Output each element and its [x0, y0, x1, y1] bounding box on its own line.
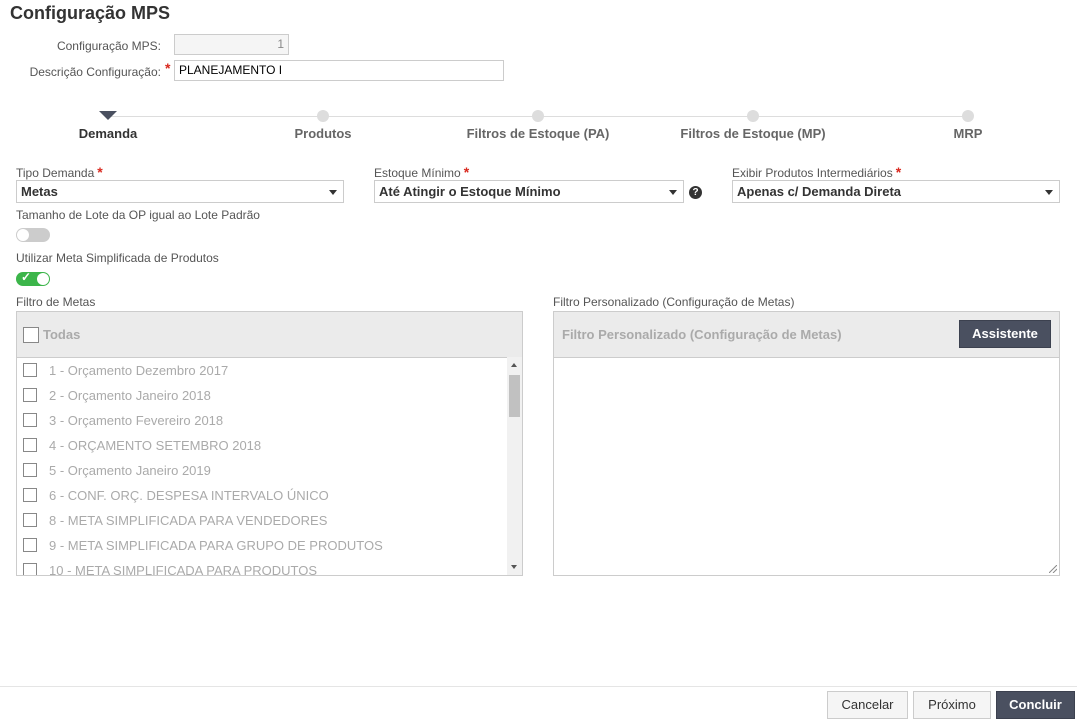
- list-item-label: 5 - Orçamento Janeiro 2019: [49, 463, 211, 478]
- list-item[interactable]: 3 - Orçamento Fevereiro 2018: [22, 408, 502, 433]
- tamanho-lote-toggle[interactable]: [16, 228, 50, 242]
- list-item[interactable]: 8 - META SIMPLIFICADA PARA VENDEDORES: [22, 508, 502, 533]
- config-mps-field: 1: [174, 34, 289, 55]
- list-item-label: 10 - META SIMPLIFICADA PARA PRODUTOS: [49, 563, 318, 575]
- list-item[interactable]: 5 - Orçamento Janeiro 2019: [22, 458, 502, 483]
- filtro-personalizado-placeholder[interactable]: Filtro Personalizado (Configuração de Me…: [562, 327, 842, 342]
- filtro-personalizado-label: Filtro Personalizado (Configuração de Me…: [553, 295, 795, 309]
- list-item-checkbox[interactable]: [23, 413, 37, 427]
- list-item-label: 3 - Orçamento Fevereiro 2018: [49, 413, 224, 428]
- chevron-down-icon: [329, 190, 337, 195]
- step-filtros-estoque-pa[interactable]: Filtros de Estoque (PA): [438, 126, 638, 141]
- list-item-checkbox[interactable]: [23, 513, 37, 527]
- step-dot-mrp[interactable]: [962, 110, 974, 122]
- toggle-knob: [17, 229, 29, 241]
- filtro-metas-label: Filtro de Metas: [16, 295, 96, 309]
- filtro-personalizado-panel: Filtro Personalizado (Configuração de Me…: [553, 311, 1060, 576]
- scroll-up-icon[interactable]: [511, 363, 517, 367]
- list-item-label: 8 - META SIMPLIFICADA PARA VENDEDORES: [49, 513, 328, 528]
- step-dot-produtos[interactable]: [317, 110, 329, 122]
- required-marker: *: [165, 60, 171, 76]
- list-item[interactable]: 2 - Orçamento Janeiro 2018: [22, 383, 502, 408]
- footer-divider: [0, 686, 1077, 687]
- select-all-label: Todas: [43, 327, 81, 342]
- list-scrollbar[interactable]: [507, 357, 522, 575]
- list-item-label: 4 - ORÇAMENTO SETEMBRO 2018: [49, 438, 262, 453]
- tipo-demanda-label: Tipo Demanda *: [16, 164, 103, 180]
- exibir-produtos-value: Apenas c/ Demanda Direta: [737, 184, 902, 199]
- list-item-checkbox[interactable]: [23, 438, 37, 452]
- list-item-checkbox[interactable]: [23, 388, 37, 402]
- list-item[interactable]: 4 - ORÇAMENTO SETEMBRO 2018: [22, 433, 502, 458]
- finish-button[interactable]: Concluir: [996, 691, 1075, 719]
- list-item-checkbox[interactable]: [23, 363, 37, 377]
- list-item[interactable]: 9 - META SIMPLIFICADA PARA GRUPO DE PROD…: [22, 533, 502, 558]
- filtro-metas-header: Todas: [17, 312, 522, 358]
- list-item-label: 1 - Orçamento Dezembro 2017: [49, 363, 229, 378]
- step-demanda[interactable]: Demanda: [8, 126, 208, 141]
- page-title: Configuração MPS: [10, 3, 171, 23]
- exibir-produtos-label: Exibir Produtos Intermediários *: [732, 164, 902, 180]
- tamanho-lote-label: Tamanho de Lote da OP igual ao Lote Padr…: [16, 208, 260, 222]
- meta-simplificada-toggle[interactable]: ✓: [16, 270, 50, 286]
- exibir-produtos-select[interactable]: Apenas c/ Demanda Direta: [732, 180, 1060, 203]
- next-button[interactable]: Próximo: [913, 691, 991, 719]
- select-all-checkbox[interactable]: [23, 327, 39, 343]
- list-item[interactable]: 6 - CONF. ORÇ. DESPESA INTERVALO ÚNICO: [22, 483, 502, 508]
- chevron-down-icon: [1045, 190, 1053, 195]
- chevron-down-icon: [669, 190, 677, 195]
- tipo-demanda-select[interactable]: Metas: [16, 180, 344, 203]
- estoque-minimo-label: Estoque Mínimo *: [374, 164, 470, 180]
- estoque-minimo-value: Até Atingir o Estoque Mínimo: [379, 184, 561, 199]
- scroll-thumb[interactable]: [509, 375, 520, 417]
- list-item[interactable]: 1 - Orçamento Dezembro 2017: [22, 358, 502, 383]
- cancel-button[interactable]: Cancelar: [827, 691, 908, 719]
- resize-handle-icon[interactable]: [1049, 565, 1057, 573]
- filtro-metas-list[interactable]: 1 - Orçamento Dezembro 2017 2 - Orçament…: [17, 357, 522, 575]
- list-item-checkbox[interactable]: [23, 563, 37, 575]
- tipo-demanda-value: Metas: [21, 184, 58, 199]
- list-item[interactable]: 10 - META SIMPLIFICADA PARA PRODUTOS: [22, 558, 502, 575]
- list-item-checkbox[interactable]: [23, 463, 37, 477]
- step-produtos[interactable]: Produtos: [223, 126, 423, 141]
- filtro-personalizado-header: Filtro Personalizado (Configuração de Me…: [554, 312, 1059, 358]
- config-mps-label: Configuração MPS:: [56, 39, 161, 53]
- toggle-knob: [37, 273, 49, 285]
- meta-simplificada-label: Utilizar Meta Simplificada de Produtos: [16, 251, 219, 265]
- filtro-personalizado-textarea[interactable]: [554, 358, 1059, 575]
- estoque-minimo-select[interactable]: Até Atingir o Estoque Mínimo: [374, 180, 684, 203]
- question-circle-icon[interactable]: ?: [689, 186, 702, 199]
- description-field[interactable]: PLANEJAMENTO I: [174, 60, 504, 81]
- check-icon: ✓: [21, 270, 32, 284]
- list-item-label: 9 - META SIMPLIFICADA PARA GRUPO DE PROD…: [49, 538, 383, 553]
- description-label: Descrição Configuração:: [29, 65, 161, 79]
- step-dot-filtros-mp[interactable]: [747, 110, 759, 122]
- filtro-metas-panel: Todas 1 - Orçamento Dezembro 2017 2 - Or…: [16, 311, 523, 576]
- active-step-marker: [99, 111, 117, 120]
- step-filtros-estoque-mp[interactable]: Filtros de Estoque (MP): [653, 126, 853, 141]
- step-dot-filtros-pa[interactable]: [532, 110, 544, 122]
- step-mrp[interactable]: MRP: [868, 126, 1068, 141]
- list-item-label: 2 - Orçamento Janeiro 2018: [49, 388, 211, 403]
- scroll-down-icon[interactable]: [511, 565, 517, 569]
- list-item-label: 6 - CONF. ORÇ. DESPESA INTERVALO ÚNICO: [49, 488, 329, 503]
- list-item-checkbox[interactable]: [23, 488, 37, 502]
- assistant-button[interactable]: Assistente: [959, 320, 1051, 348]
- list-item-checkbox[interactable]: [23, 538, 37, 552]
